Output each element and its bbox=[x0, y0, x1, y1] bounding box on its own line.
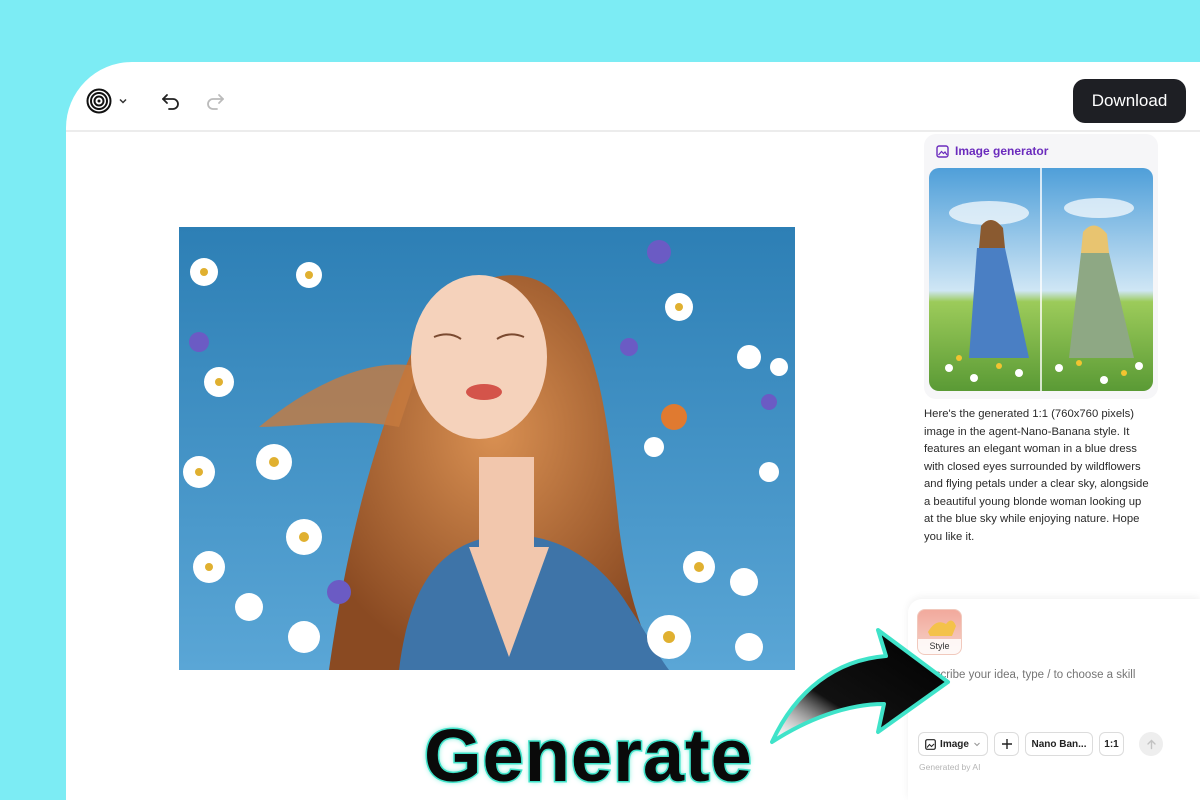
model-label: Nano Ban... bbox=[1031, 738, 1087, 750]
chevron-down-icon bbox=[119, 98, 127, 104]
ai-disclaimer: Generated by AI bbox=[919, 762, 981, 772]
add-button[interactable] bbox=[994, 732, 1019, 756]
download-button[interactable]: Download bbox=[1073, 79, 1186, 123]
assistant-reply: Here's the generated 1:1 (760x760 pixels… bbox=[924, 408, 1149, 543]
ratio-label: 1:1 bbox=[1104, 738, 1119, 750]
app-window: Download Image generator Here's the gene… bbox=[66, 62, 1200, 800]
redo-icon[interactable] bbox=[204, 90, 226, 112]
chevron-down-icon bbox=[974, 742, 980, 747]
card-title: Image generator bbox=[955, 144, 1049, 158]
image-icon bbox=[936, 144, 949, 158]
generate-headline: Generate bbox=[423, 713, 754, 799]
curved-arrow-icon bbox=[770, 628, 950, 744]
thumbnail-illustration bbox=[929, 168, 1153, 391]
logo-menu-button[interactable] bbox=[86, 86, 134, 116]
ratio-select[interactable]: 1:1 bbox=[1099, 732, 1124, 756]
model-select[interactable]: Nano Ban... bbox=[1025, 732, 1093, 756]
undo-icon[interactable] bbox=[160, 90, 182, 112]
arrow-up-icon bbox=[1146, 739, 1156, 749]
generated-thumbnail[interactable] bbox=[929, 168, 1153, 391]
generated-image[interactable] bbox=[179, 227, 795, 670]
spiral-logo-icon bbox=[86, 88, 112, 114]
plus-icon bbox=[1001, 739, 1012, 749]
card-header: Image generator bbox=[936, 144, 1048, 158]
portrait-illustration bbox=[179, 227, 795, 670]
toolbar: Download bbox=[66, 62, 1200, 132]
send-button[interactable] bbox=[1139, 732, 1163, 756]
